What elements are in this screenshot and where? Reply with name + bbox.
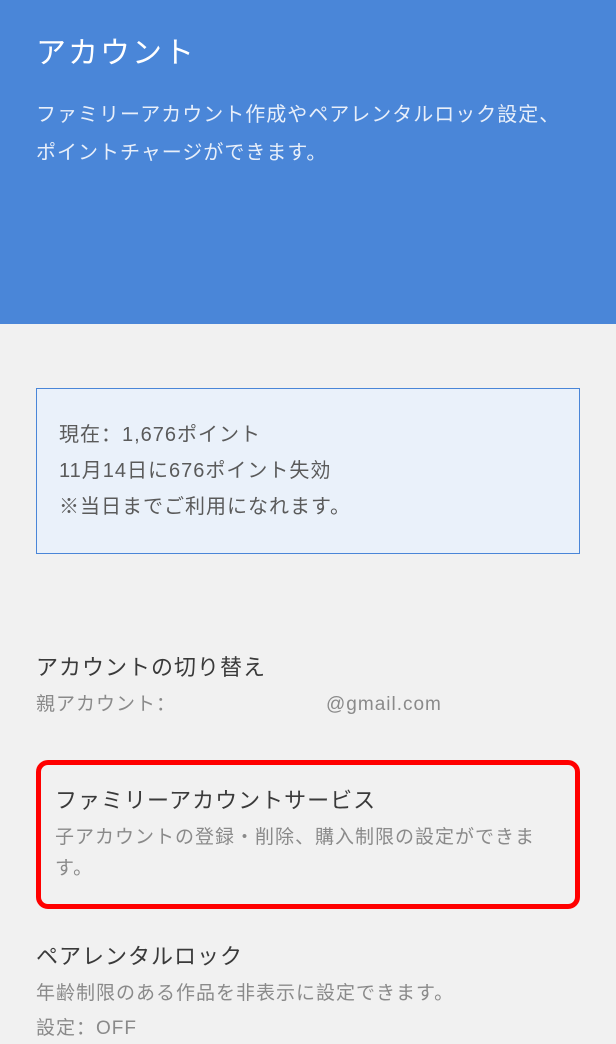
account-switch-section[interactable]: アカウントの切り替え 親アカウント： @gmail.com: [36, 650, 580, 720]
page-title: アカウント: [36, 28, 580, 72]
family-account-desc: 子アカウントの登録・削除、購入制限の設定ができます。: [55, 823, 561, 884]
parental-lock-status: 設定：OFF: [36, 1014, 580, 1044]
desc-line: ポイントチャージができます。: [36, 134, 580, 172]
parental-lock-section[interactable]: ペアレンタルロック 年齢制限のある作品を非表示に設定できます。 設定：OFF: [36, 939, 580, 1044]
page-description: ファミリーアカウント作成やペアレンタルロック設定、 ポイントチャージができます。: [36, 96, 580, 172]
account-switch-title: アカウントの切り替え: [36, 650, 580, 682]
parent-account-email: @gmail.com: [326, 690, 442, 720]
parental-lock-desc: 年齢制限のある作品を非表示に設定できます。: [36, 979, 580, 1009]
points-current: 現在：1,676ポイント: [59, 417, 557, 453]
desc-line: ファミリーアカウント作成やペアレンタルロック設定、: [36, 96, 580, 134]
points-note: ※当日までご利用になれます。: [59, 489, 557, 525]
points-info-box: 現在：1,676ポイント 11月14日に676ポイント失効 ※当日までご利用にな…: [36, 388, 580, 554]
parental-lock-title: ペアレンタルロック: [36, 939, 580, 971]
family-account-title: ファミリーアカウントサービス: [55, 783, 561, 815]
points-expiry: 11月14日に676ポイント失効: [59, 453, 557, 489]
account-switch-info: 親アカウント： @gmail.com: [36, 690, 580, 720]
family-account-service-item[interactable]: ファミリーアカウントサービス 子アカウントの登録・削除、購入制限の設定ができます…: [36, 760, 580, 909]
account-header: アカウント ファミリーアカウント作成やペアレンタルロック設定、 ポイントチャージ…: [0, 0, 616, 324]
parent-account-label: 親アカウント：: [36, 690, 176, 720]
content-area: 現在：1,676ポイント 11月14日に676ポイント失効 ※当日までご利用にな…: [0, 388, 616, 1044]
